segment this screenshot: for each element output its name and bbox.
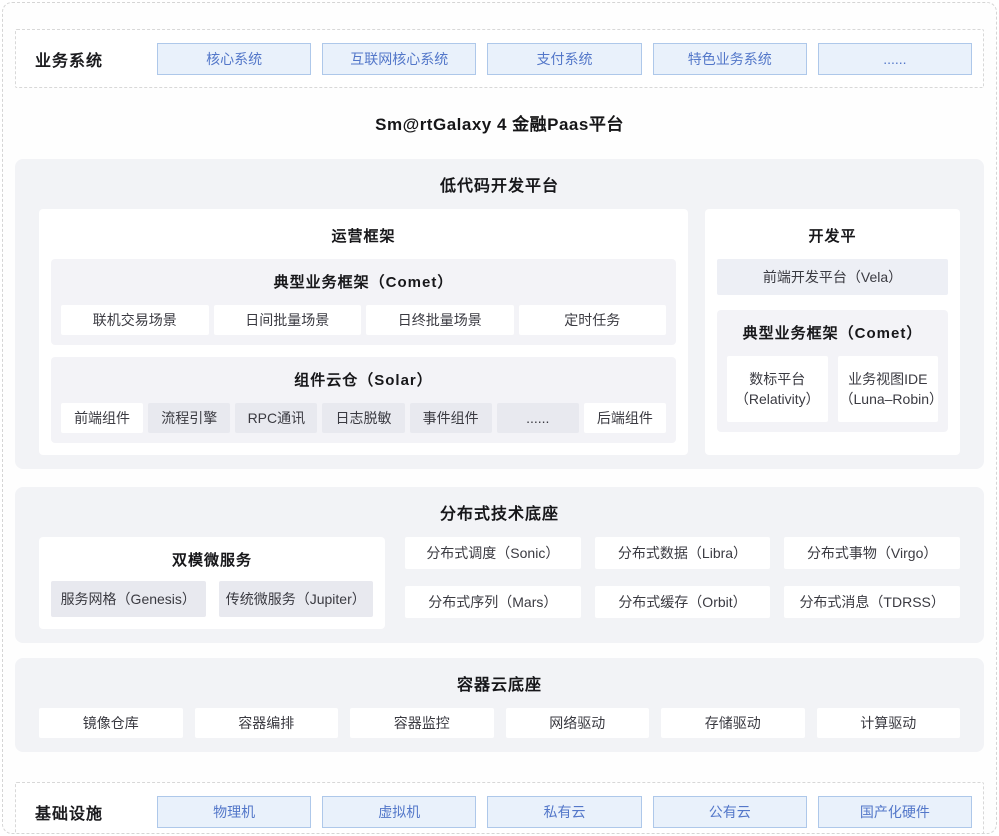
comet-framework-box: 典型业务框架（Comet） 联机交易场景 日间批量场景 日终批量场景 定时任务: [51, 259, 676, 345]
infra-physical-machine[interactable]: 物理机: [157, 796, 311, 828]
orbit-chip[interactable]: 分布式缓存（Orbit）: [595, 586, 771, 618]
lowcode-section: 低代码开发平台 运营框架 典型业务框架（Comet） 联机交易场景 日间批量场景…: [15, 159, 984, 469]
business-system-payment[interactable]: 支付系统: [487, 43, 641, 75]
dual-mode-title: 双模微服务: [51, 549, 373, 570]
container-monitoring-chip[interactable]: 容器监控: [350, 708, 494, 738]
vela-platform-chip[interactable]: 前端开发平台（Vela）: [717, 259, 948, 295]
solar-item-backend[interactable]: 后端组件: [584, 403, 666, 433]
comet-item-timed-task[interactable]: 定时任务: [519, 305, 667, 335]
infra-domestic-hardware[interactable]: 国产化硬件: [818, 796, 972, 828]
business-systems-row: 业务系统 核心系统 互联网核心系统 支付系统 特色业务系统 ......: [15, 29, 984, 88]
virgo-chip[interactable]: 分布式事物（Virgo）: [784, 537, 960, 569]
mars-chip[interactable]: 分布式序列（Mars）: [405, 586, 581, 618]
luna-robin-chip[interactable]: 业务视图IDE （Luna–Robin）: [838, 356, 939, 422]
page-frame: 业务系统 核心系统 互联网核心系统 支付系统 特色业务系统 ...... Sm@…: [2, 2, 997, 834]
relativity-chip-line2: （Relativity）: [729, 389, 826, 409]
infrastructure-row: 基础设施 物理机 虚拟机 私有云 公有云 国产化硬件: [15, 782, 984, 834]
lowcode-section-title: 低代码开发平台: [39, 172, 960, 196]
relativity-chip-line1: 数标平台: [729, 369, 826, 389]
comet-item-endofday-batch[interactable]: 日终批量场景: [366, 305, 514, 335]
solar-title: 组件云仓（Solar）: [61, 369, 666, 390]
dev-platform-box: 开发平 前端开发平台（Vela） 典型业务框架（Comet） 数标平台 （Rel…: [705, 209, 960, 455]
operation-framework-box: 运营框架 典型业务框架（Comet） 联机交易场景 日间批量场景 日终批量场景 …: [39, 209, 688, 455]
operation-framework-title: 运营框架: [51, 225, 676, 246]
compute-driver-chip[interactable]: 计算驱动: [817, 708, 961, 738]
distributed-services-grid: 分布式调度（Sonic） 分布式数据（Libra） 分布式事物（Virgo） 分…: [405, 537, 960, 618]
infrastructure-label: 基础设施: [35, 800, 127, 824]
tdrss-chip[interactable]: 分布式消息（TDRSS）: [784, 586, 960, 618]
container-cloud-section: 容器云底座 镜像仓库 容器编排 容器监控 网络驱动 存储驱动 计算驱动: [15, 658, 984, 752]
jupiter-chip[interactable]: 传统微服务（Jupiter）: [219, 581, 374, 617]
business-system-core[interactable]: 核心系统: [157, 43, 311, 75]
dev-comet-title: 典型业务框架（Comet）: [727, 322, 938, 343]
solar-item-event[interactable]: 事件组件: [410, 403, 492, 433]
distributed-section: 分布式技术底座 双模微服务 服务网格（Genesis） 传统微服务（Jupite…: [15, 487, 984, 643]
solar-item-process-engine[interactable]: 流程引擎: [148, 403, 230, 433]
solar-item-more[interactable]: ......: [497, 403, 579, 433]
dual-mode-box: 双模微服务 服务网格（Genesis） 传统微服务（Jupiter）: [39, 537, 385, 629]
storage-driver-chip[interactable]: 存储驱动: [661, 708, 805, 738]
solar-box: 组件云仓（Solar） 前端组件 流程引擎 RPC通讯 日志脱敏 事件组件 ..…: [51, 357, 676, 443]
infra-private-cloud[interactable]: 私有云: [487, 796, 641, 828]
genesis-chip[interactable]: 服务网格（Genesis）: [51, 581, 206, 617]
sonic-chip[interactable]: 分布式调度（Sonic）: [405, 537, 581, 569]
page-title: Sm@rtGalaxy 4 金融Paas平台: [15, 110, 984, 135]
solar-item-frontend[interactable]: 前端组件: [61, 403, 143, 433]
solar-item-log-masking[interactable]: 日志脱敏: [322, 403, 404, 433]
dev-comet-box: 典型业务框架（Comet） 数标平台 （Relativity） 业务视图IDE …: [717, 310, 948, 432]
distributed-section-title: 分布式技术底座: [39, 500, 960, 524]
business-system-internet-core[interactable]: 互联网核心系统: [322, 43, 476, 75]
luna-robin-chip-line2: （Luna–Robin）: [840, 389, 937, 409]
image-registry-chip[interactable]: 镜像仓库: [39, 708, 183, 738]
business-system-more[interactable]: ......: [818, 43, 972, 75]
comet-item-daytime-batch[interactable]: 日间批量场景: [214, 305, 362, 335]
libra-chip[interactable]: 分布式数据（Libra）: [595, 537, 771, 569]
container-cloud-title: 容器云底座: [39, 671, 960, 695]
network-driver-chip[interactable]: 网络驱动: [506, 708, 650, 738]
infra-public-cloud[interactable]: 公有云: [653, 796, 807, 828]
comet-framework-title: 典型业务框架（Comet）: [61, 271, 666, 292]
comet-item-online-trade[interactable]: 联机交易场景: [61, 305, 209, 335]
solar-item-rpc[interactable]: RPC通讯: [235, 403, 317, 433]
container-orchestration-chip[interactable]: 容器编排: [195, 708, 339, 738]
business-system-special[interactable]: 特色业务系统: [653, 43, 807, 75]
luna-robin-chip-line1: 业务视图IDE: [840, 369, 937, 389]
relativity-chip[interactable]: 数标平台 （Relativity）: [727, 356, 828, 422]
business-systems-label: 业务系统: [35, 47, 127, 71]
infra-virtual-machine[interactable]: 虚拟机: [322, 796, 476, 828]
dev-platform-title: 开发平: [717, 225, 948, 246]
